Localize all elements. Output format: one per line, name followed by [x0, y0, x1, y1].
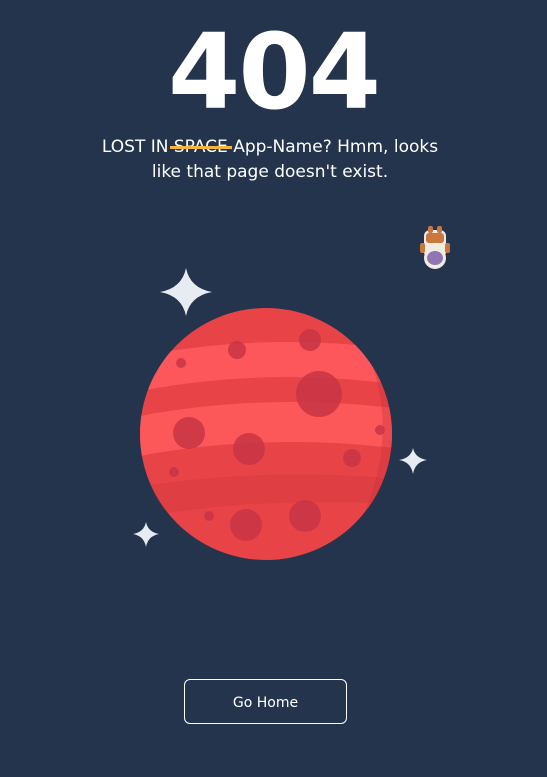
star-sparkle-icon [160, 268, 212, 316]
star-sparkle-icon [399, 448, 427, 474]
planet-illustration [140, 308, 392, 560]
space-scene [133, 226, 450, 560]
astronaut-icon [420, 226, 450, 269]
star-sparkle-icon [133, 522, 159, 547]
go-home-button[interactable]: Go Home [184, 679, 347, 724]
not-found-page: 404 LOST IN SPACE App-Name? Hmm, looks l… [0, 0, 547, 777]
